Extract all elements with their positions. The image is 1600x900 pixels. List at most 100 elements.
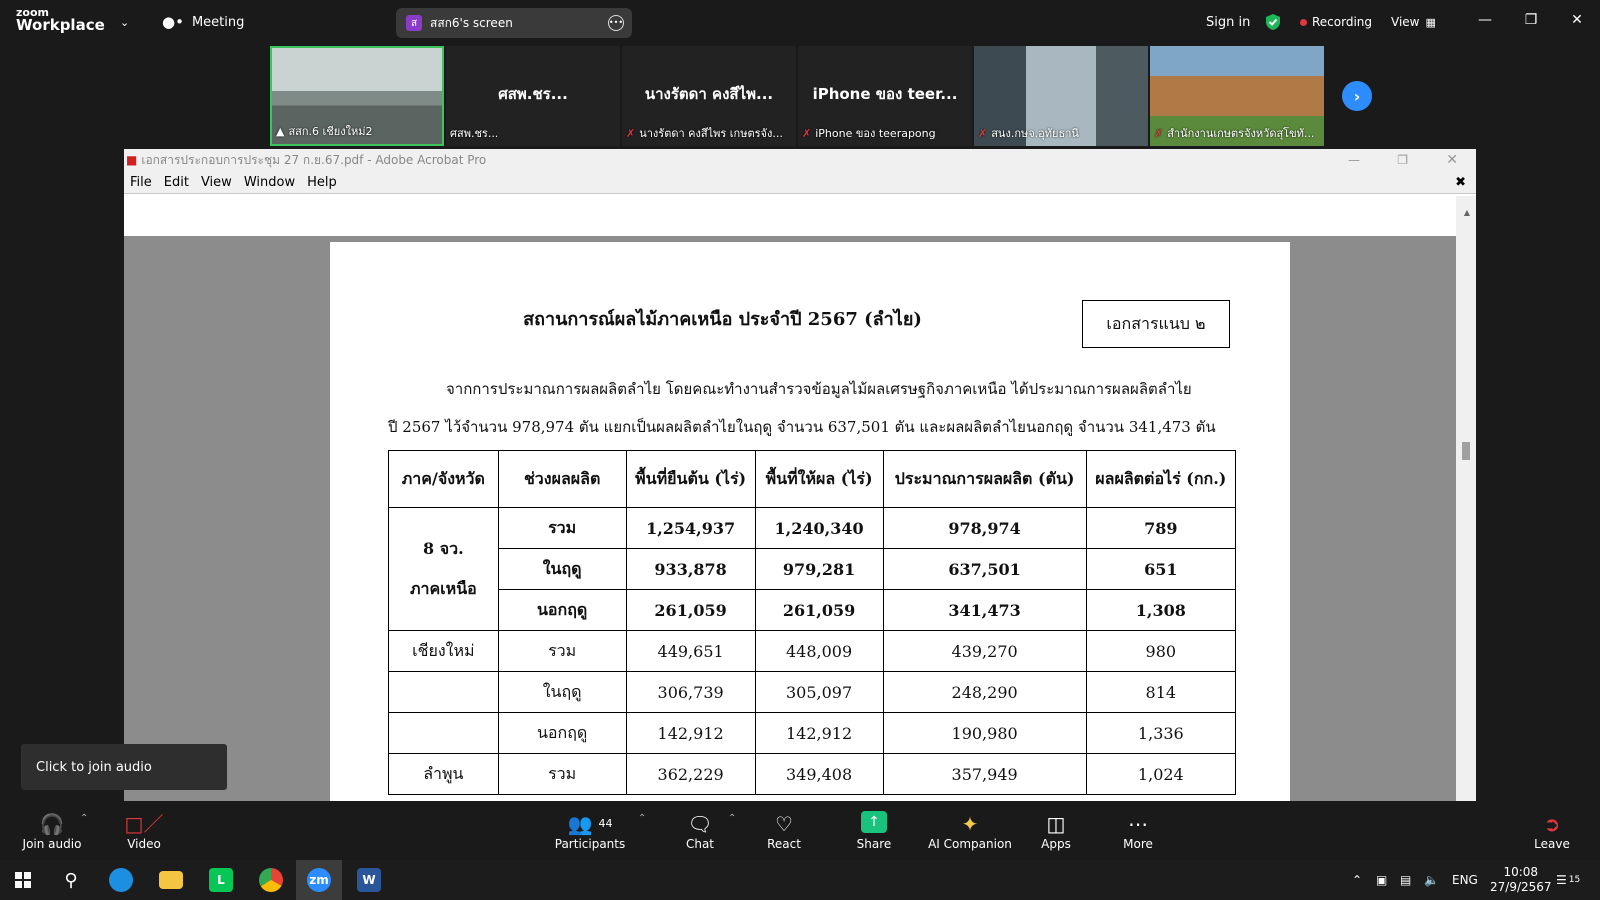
paragraph-line: จากการประมาณการผลผลิตลำไย โดยคณะทำงานสำร… — [446, 380, 1192, 398]
minimize-icon[interactable]: — — [1462, 0, 1508, 40]
meet-now-icon[interactable]: ▣ — [1376, 860, 1387, 900]
participant-strip: ▲ สสก.6 เชียงใหม่2 ศสพ.ชร... ศสพ.ชร... นา… — [270, 46, 1400, 146]
share-arrow-icon: ↑ — [861, 810, 887, 833]
table-cell: 814 — [1085, 671, 1237, 713]
video-label: Video — [127, 836, 161, 851]
file-explorer-icon[interactable] — [148, 860, 194, 900]
table-cell: ลำพูน — [388, 753, 499, 795]
menu-file[interactable]: File — [130, 175, 152, 190]
acrobat-title: เอกสารประกอบการประชุม 27 ก.ย.67.pdf - Ad… — [141, 152, 487, 167]
screen-share-label: สสก6's screen — [430, 15, 513, 30]
leave-button[interactable]: ➲ Leave — [1532, 801, 1572, 860]
participant-tile[interactable]: นางรัตดา คงสีไพ... ✗ นางรัตดา คงสีไพร เกษ… — [622, 46, 796, 146]
screen-share-pill[interactable]: ส สสก6's screen ••• — [396, 8, 632, 38]
participant-name-big: ศสพ.ชร... — [498, 85, 568, 103]
recording-indicator[interactable]: Recording — [1300, 0, 1372, 44]
mic-muted-icon: ✗ — [802, 126, 812, 140]
column-header: ช่วงผลผลิต — [497, 450, 627, 508]
speaker-muted-icon[interactable]: 🔈 — [1424, 860, 1439, 900]
participants-button[interactable]: 👥 44 Participants — [555, 801, 626, 860]
leave-icon: ➲ — [1543, 811, 1561, 836]
sign-in-button[interactable]: Sign in — [1206, 0, 1250, 44]
tray-up-icon[interactable]: ⌃ — [1352, 860, 1362, 900]
pdf-icon: ■ — [126, 153, 138, 167]
clock-time: 10:08 — [1503, 865, 1539, 879]
line-app-icon[interactable]: L — [198, 860, 244, 900]
zoom-top-bar: zoom Workplace ⌄ ●• Meeting ส สสก6's scr… — [0, 0, 1600, 44]
chrome-icon[interactable] — [248, 860, 294, 900]
menu-window[interactable]: Window — [244, 175, 295, 190]
participant-tile[interactable]: iPhone ของ teer... ✗ iPhone ของ teerapong — [798, 46, 972, 146]
join-audio-tooltip: Click to join audio — [21, 744, 227, 790]
table-cell: รวม — [497, 753, 627, 795]
menu-view[interactable]: View — [201, 175, 232, 190]
apps-button[interactable]: ◫ Apps — [1036, 801, 1076, 860]
region-cell: 8 จว. ภาคเหนือ — [388, 507, 499, 631]
menu-edit[interactable]: Edit — [164, 175, 189, 190]
pin-icon: ▲ — [276, 124, 285, 138]
participant-label: ✗ iPhone ของ teerapong — [802, 126, 936, 141]
scrollbar-thumb[interactable] — [1462, 442, 1470, 460]
chevron-up-icon[interactable]: ⌃ — [728, 813, 736, 824]
sparkle-icon: ✦ — [961, 811, 979, 836]
ai-companion-button[interactable]: ✦ AI Companion — [928, 801, 1012, 860]
restore-icon[interactable]: ❐ — [1508, 0, 1554, 40]
edge-icon[interactable] — [98, 860, 144, 900]
scroll-up-icon[interactable]: ▲ — [1464, 208, 1470, 217]
clock-date: 27/9/2567 — [1490, 880, 1552, 894]
participants-icon: 👥 44 — [567, 811, 613, 836]
table-row: ในฤดู 933,878 979,281 637,501 651 — [389, 548, 1237, 590]
participant-tile[interactable]: ✗ สำนักงานเกษตรจังหวัดสุโขทั... — [1150, 46, 1324, 146]
chevron-up-icon[interactable]: ⌃ — [80, 813, 88, 824]
share-button[interactable]: ↑ Share — [854, 801, 894, 860]
clock[interactable]: 10:08 27/9/2567 — [1490, 860, 1552, 900]
network-icon[interactable]: ▤ — [1400, 860, 1411, 900]
language-indicator[interactable]: ENG — [1452, 860, 1478, 900]
mic-muted-icon: ✗ — [1154, 126, 1164, 140]
word-icon[interactable]: W — [346, 860, 392, 900]
chat-button[interactable]: 🗨 Chat — [680, 801, 720, 860]
more-options-icon[interactable]: ••• — [608, 15, 624, 31]
participant-label: ✗ นางรัตดา คงสีไพร เกษตรจัง... — [626, 126, 783, 141]
join-audio-button[interactable]: 🎧 Join audio — [22, 801, 82, 860]
close-icon[interactable]: ✕ — [1554, 0, 1600, 40]
column-header: ภาค/จังหวัด — [388, 450, 499, 508]
chevron-up-icon[interactable]: ⌃ — [638, 813, 646, 824]
apps-icon: ◫ — [1046, 811, 1066, 836]
menu-help[interactable]: Help — [307, 175, 337, 190]
react-button[interactable]: ♡ React — [764, 801, 804, 860]
next-page-icon[interactable]: › — [1342, 81, 1372, 111]
join-audio-label: Join audio — [22, 836, 82, 851]
table-cell: 349,408 — [754, 753, 884, 795]
windows-taskbar: ⚲ L zm W ⌃ ▣ ▤ 🔈 ENG 10:08 27/9/2567 ☰ 15 — [0, 860, 1600, 900]
participant-tile[interactable]: ✗ สนง.กษจ.อุทัยธานี — [974, 46, 1148, 146]
chevron-down-icon[interactable]: ⌄ — [120, 0, 129, 44]
table-cell: 306,739 — [625, 671, 756, 713]
zoom-app-icon[interactable]: zm — [296, 860, 342, 900]
table-cell: 341,473 — [882, 589, 1087, 631]
more-button[interactable]: ⋯ More — [1118, 801, 1158, 860]
participant-tile[interactable]: ▲ สสก.6 เชียงใหม่2 — [270, 46, 444, 146]
table-row: ในฤดู 306,739 305,097 248,290 814 — [388, 671, 1237, 713]
view-button[interactable]: View ▦ — [1391, 0, 1436, 44]
meeting-menu[interactable]: ●• Meeting — [162, 0, 244, 44]
close-icon[interactable]: ✕ — [1446, 152, 1458, 168]
table-cell: 637,501 — [882, 548, 1087, 590]
minimize-icon[interactable]: — — [1348, 153, 1360, 167]
zoom-toolbar: 🎧 Join audio ⌃ □／ Video 👥 44 Participants… — [0, 801, 1600, 860]
close-doc-icon[interactable]: ✖ — [1455, 175, 1466, 190]
table-row: นอกฤดู 142,912 142,912 190,980 1,336 — [388, 712, 1237, 754]
participant-tile[interactable]: ศสพ.ชร... ศสพ.ชร... — [446, 46, 620, 146]
table-cell: 1,240,340 — [754, 507, 884, 549]
shield-check-icon — [1265, 0, 1281, 44]
windows-start-icon[interactable] — [0, 860, 46, 900]
vertical-scrollbar[interactable]: ▲ — [1456, 196, 1476, 801]
search-icon[interactable]: ⚲ — [48, 860, 94, 900]
notification-icon[interactable]: ☰ 15 — [1556, 860, 1580, 900]
participant-name-big: นางรัตดา คงสีไพ... — [644, 85, 774, 103]
table-cell: 789 — [1085, 507, 1237, 549]
paragraph-line: ปี 2567 ไว้จำนวน 978,974 ตัน แยกเป็นผลผล… — [388, 418, 1216, 436]
document-viewer: สถานการณ์ผลไม้ภาคเหนือ ประจำปี 2567 (ลำไ… — [124, 196, 1456, 801]
restore-icon[interactable]: ❐ — [1397, 153, 1408, 167]
video-button[interactable]: □／ Video — [118, 801, 170, 860]
